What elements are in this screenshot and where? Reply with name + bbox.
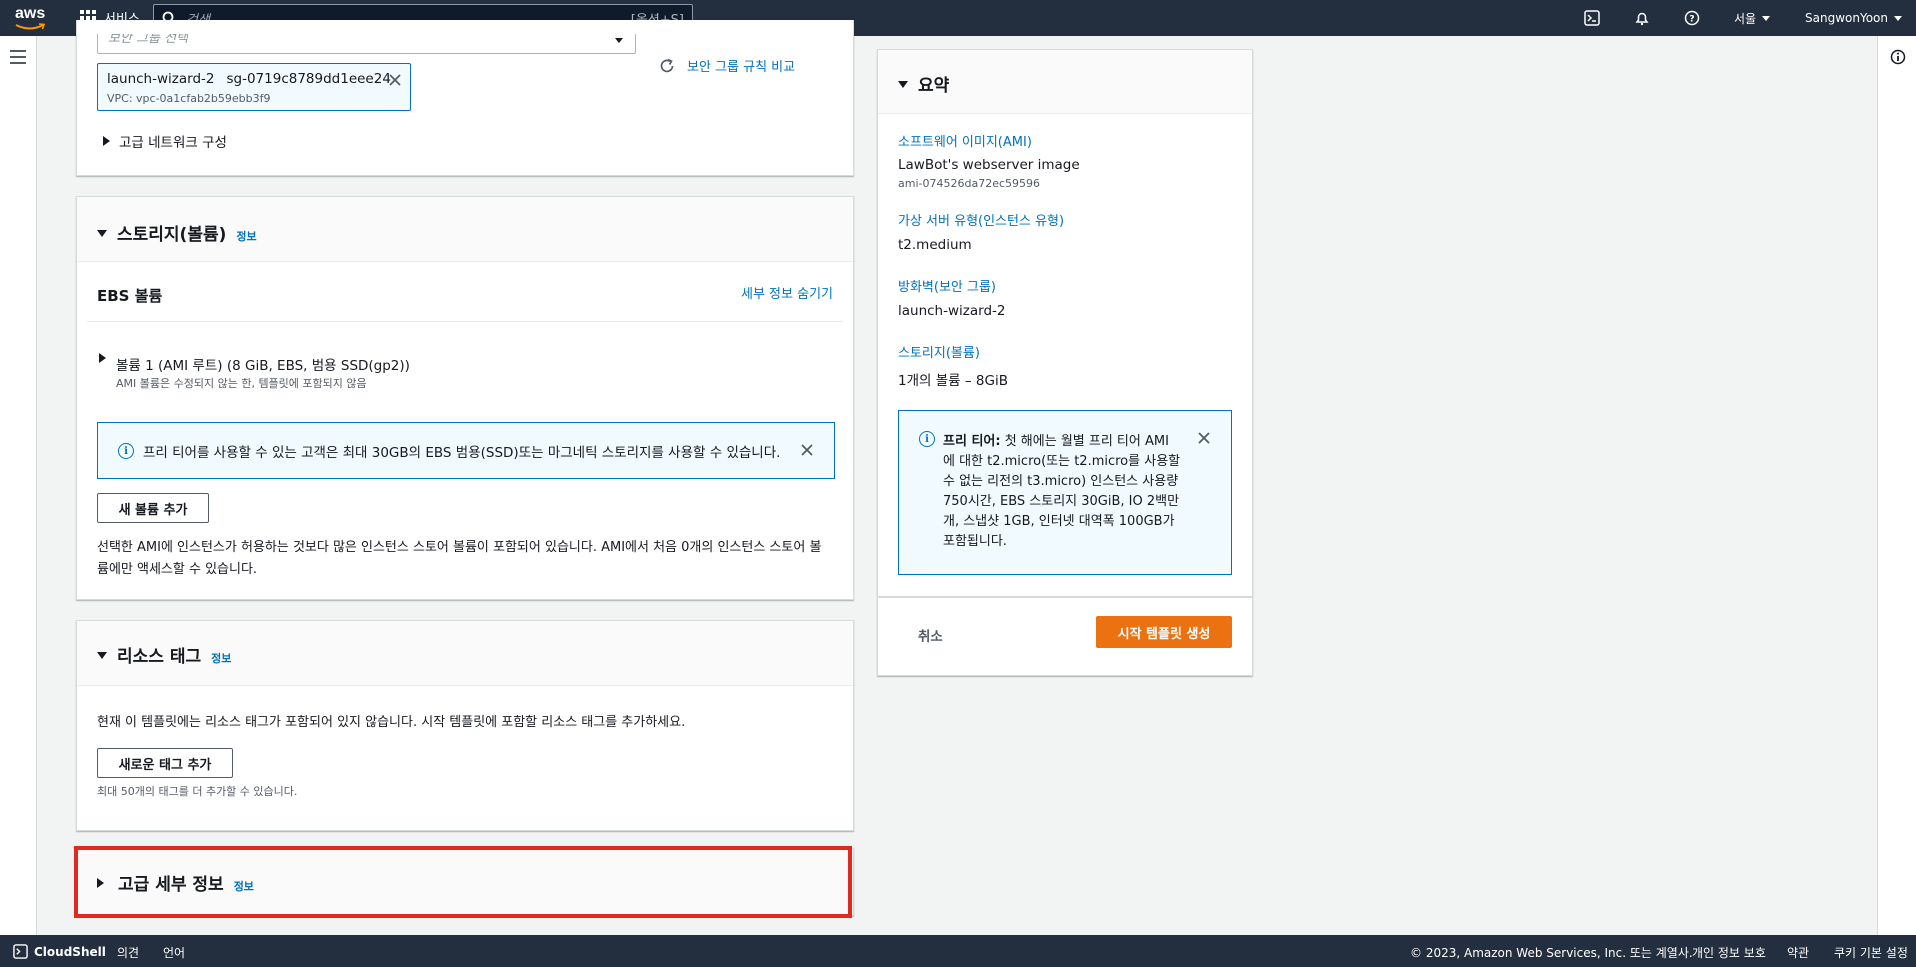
- caret-down-icon: [615, 38, 623, 43]
- footer: CloudShell 의견 언어 © 2023, Amazon Web Serv…: [0, 935, 1916, 967]
- token-vpc: VPC: vpc-0a1cfab2b59ebb3f9: [107, 92, 271, 105]
- feedback-link[interactable]: 의견: [117, 944, 139, 961]
- caret-down-icon: [97, 652, 107, 659]
- help-icon[interactable]: ?: [1684, 0, 1700, 36]
- menu-icon[interactable]: [10, 50, 26, 68]
- advanced-network-toggle[interactable]: 고급 네트워크 구성: [103, 131, 227, 151]
- tags-info-link[interactable]: 정보: [211, 650, 231, 666]
- security-group-select[interactable]: 보안 그룹 선택: [97, 34, 636, 54]
- summary-panel: 요약 소프트웨어 이미지(AMI) LawBot's webserver ima…: [877, 49, 1253, 676]
- summary-ami-name: LawBot's webserver image: [898, 157, 1080, 173]
- summary-free-tier-alert: i 프리 티어: 첫 해에는 월별 프리 티어 AMI 에 대한 t2.micr…: [898, 410, 1232, 575]
- token-id: sg-0719c8789dd1eee24: [226, 71, 391, 87]
- cloudshell-nav-icon[interactable]: [1584, 0, 1600, 36]
- bell-icon[interactable]: [1634, 0, 1650, 36]
- region-selector[interactable]: 서울: [1734, 0, 1771, 36]
- divider: [87, 321, 843, 322]
- add-tag-button[interactable]: 새로운 태그 추가: [97, 748, 233, 778]
- storage-info-link[interactable]: 정보: [236, 228, 256, 244]
- hide-details-link[interactable]: 세부 정보 숨기기: [741, 283, 833, 302]
- dismiss-alert-icon[interactable]: [800, 443, 814, 461]
- caret-down-icon: [1762, 15, 1771, 21]
- left-rail: [0, 36, 37, 935]
- cookie-preferences-link[interactable]: 쿠키 기본 설정: [1834, 944, 1908, 961]
- ebs-volumes-title: EBS 볼륨: [97, 287, 163, 305]
- copyright: © 2023, Amazon Web Services, Inc. 또는 계열사…: [1410, 946, 1693, 960]
- storage-panel: 스토리지(볼륨) 정보 EBS 볼륨 세부 정보 숨기기 볼륨 1 (AMI 루…: [76, 196, 854, 600]
- tag-limit-note: 최대 50개의 태그를 더 추가할 수 있습니다.: [97, 785, 298, 798]
- cancel-button[interactable]: 취소: [918, 625, 943, 645]
- user-menu[interactable]: SangwonYoon: [1805, 0, 1902, 36]
- refresh-icon: [660, 58, 674, 72]
- resource-tags-header[interactable]: 리소스 태그 정보: [77, 621, 853, 686]
- security-group-token: launch-wizard-2 sg-0719c8789dd1eee24 VPC…: [97, 63, 411, 111]
- summary-storage: 1개의 볼륨 – 8GiB: [898, 373, 1008, 389]
- info-icon: i: [919, 431, 935, 447]
- instance-store-note: 선택한 AMI에 인스턴스가 허용하는 것보다 많은 인스턴스 스토어 볼륨이 …: [97, 540, 822, 577]
- summary-ami-id: ami-074526da72ec59596: [898, 177, 1041, 190]
- remove-token-icon[interactable]: [388, 73, 402, 91]
- caret-right-icon: [99, 353, 106, 363]
- info-icon: i: [118, 443, 134, 459]
- caret-down-icon: [97, 230, 107, 237]
- summary-instance-type: t2.medium: [898, 237, 972, 253]
- summary-storage-link[interactable]: 스토리지(볼륨): [898, 342, 1238, 361]
- free-tier-storage-alert: i 프리 티어를 사용할 수 있는 고객은 최대 30GB의 EBS 범용(SS…: [97, 422, 835, 479]
- create-template-button[interactable]: 시작 템플릿 생성: [1096, 616, 1232, 648]
- no-tags-text: 현재 이 템플릿에는 리소스 태그가 포함되어 있지 않습니다. 시작 템플릿에…: [97, 715, 686, 730]
- caret-right-icon: [103, 136, 110, 146]
- cloudshell-button[interactable]: CloudShell: [13, 944, 106, 959]
- summary-firewall-link[interactable]: 방화벽(보안 그룹): [898, 276, 1238, 295]
- svg-text:?: ?: [1689, 15, 1694, 25]
- right-rail: [1877, 36, 1916, 935]
- language-link[interactable]: 언어: [163, 944, 185, 961]
- summary-instance-type-link[interactable]: 가상 서버 유형(인스턴스 유형): [898, 210, 1238, 229]
- terminal-icon: [13, 944, 28, 959]
- token-name: launch-wizard-2: [107, 71, 215, 87]
- resource-tags-panel: 리소스 태그 정보 현재 이 템플릿에는 리소스 태그가 포함되어 있지 않습니…: [76, 620, 854, 831]
- caret-down-icon: [898, 81, 908, 88]
- add-volume-button[interactable]: 새 볼륨 추가: [97, 493, 209, 523]
- caret-down-icon: [1893, 15, 1902, 21]
- storage-header[interactable]: 스토리지(볼륨) 정보: [77, 197, 853, 262]
- compare-sg-rules-link[interactable]: 보안 그룹 규칙 비교: [659, 56, 795, 75]
- dismiss-alert-icon[interactable]: [1197, 431, 1211, 449]
- summary-firewall: launch-wizard-2: [898, 303, 1006, 319]
- privacy-link[interactable]: 개인 정보 보호: [1692, 944, 1766, 961]
- summary-header[interactable]: 요약: [878, 50, 1252, 114]
- terms-link[interactable]: 약관: [1787, 944, 1809, 961]
- network-settings-panel: 보안 그룹 선택 보안 그룹 규칙 비교 launch-wizard-2 sg-…: [76, 20, 854, 176]
- summary-ami-link[interactable]: 소프트웨어 이미지(AMI): [898, 131, 1238, 150]
- highlight-box: [74, 846, 852, 918]
- divider: [878, 596, 1252, 598]
- aws-logo[interactable]: aws: [14, 5, 50, 30]
- info-panel-icon[interactable]: [1890, 49, 1906, 69]
